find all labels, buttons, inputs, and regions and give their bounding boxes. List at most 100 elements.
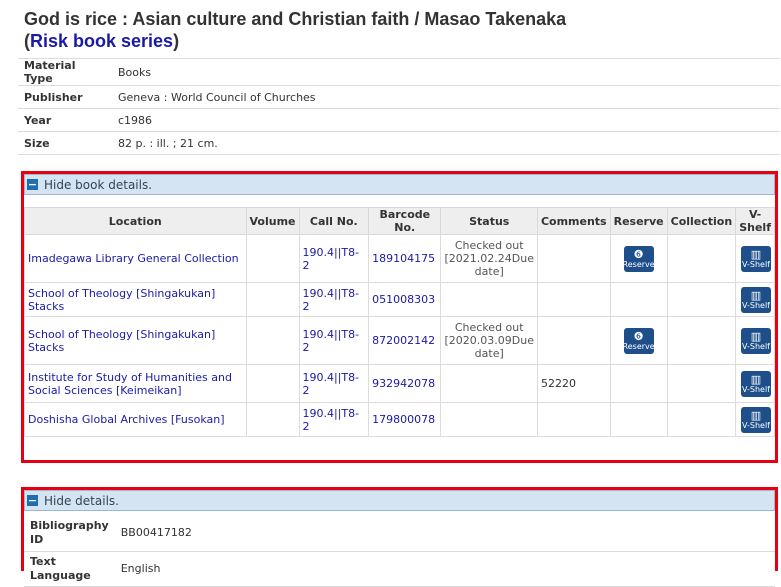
reserve-button[interactable]: ❻ Reserve (623, 327, 655, 354)
call-no-cell: 190.4||T8-2 (298, 234, 370, 283)
col-collection: Collection (666, 207, 737, 235)
reserve-cell (609, 364, 668, 403)
col-status: Status (440, 207, 538, 235)
col-call-no: Call No. (298, 207, 370, 235)
collection-cell (666, 316, 737, 365)
call-no-cell: 190.4||T8-2 (298, 316, 370, 365)
volume-cell (245, 234, 300, 283)
vshelf-button[interactable]: ▥ V-Shelf (741, 406, 771, 433)
table-row: Imadegawa Library General Collection 190… (24, 234, 775, 283)
comments-cell (536, 282, 611, 317)
meta-row: Size 82 p. : ill. ; 21 cm. (18, 131, 780, 155)
book-details-toggle[interactable]: − Hide book details. (24, 174, 775, 195)
collapse-icon: − (27, 178, 38, 191)
meta-row: Material Type Books (18, 58, 780, 86)
reserve-button[interactable]: ❻ Reserve (623, 245, 655, 272)
vshelf-button[interactable]: ▥ V-Shelf (741, 327, 771, 354)
vshelf-button[interactable]: ▥ V-Shelf (741, 245, 771, 272)
location-link[interactable]: School of Theology [Shingakukan] Stacks (28, 287, 215, 313)
book-details-panel: − Hide book details. Location Volume Cal… (21, 171, 778, 463)
record-page: God is rice : Asian culture and Christia… (18, 8, 780, 155)
location-link[interactable]: Institute for Study of Humanities and So… (28, 371, 232, 397)
detail-row: Bibliography ID BB00417182 (24, 515, 775, 552)
table-row: Doshisha Global Archives [Fusokan] 190.4… (24, 402, 775, 437)
barcode-cell: 179800078 (368, 402, 442, 437)
vshelf-button[interactable]: ▥ V-Shelf (741, 286, 771, 313)
col-reserve: Reserve (609, 207, 668, 235)
reserve-icon: ❻ (633, 329, 644, 343)
collection-cell (666, 234, 737, 283)
comments-cell (536, 402, 611, 437)
reserve-icon: ❻ (633, 247, 644, 261)
table-row: School of Theology [Shingakukan] Stacks … (24, 282, 775, 317)
meta-label: Year (18, 108, 112, 132)
barcode-cell: 051008303 (368, 282, 442, 317)
title-text: God is rice : Asian culture and Christia… (24, 9, 567, 29)
location-link[interactable]: Imadegawa Library General Collection (28, 252, 239, 265)
col-comments: Comments (536, 207, 611, 235)
col-barcode: Barcode No. (368, 207, 442, 235)
meta-row: Year c1986 (18, 108, 780, 132)
detail-label: Bibliography ID (24, 515, 115, 552)
comments-cell (536, 234, 611, 283)
comments-cell: 52220 (536, 364, 611, 403)
meta-row: Publisher Geneva : World Council of Chur… (18, 85, 780, 109)
call-no-cell: 190.4||T8-2 (298, 402, 370, 437)
details-table: Bibliography ID BB00417182 Text Language… (24, 515, 775, 587)
series-link[interactable]: Risk book series (30, 31, 173, 51)
meta-value: Books (112, 58, 780, 86)
meta-label: Publisher (18, 85, 112, 109)
col-vshelf: V-Shelf (735, 207, 775, 235)
status-cell: Checked out [2021.02.24Due date] (440, 234, 538, 283)
meta-label: Size (18, 131, 112, 155)
details-toggle-label: Hide details. (44, 493, 119, 508)
call-no-cell: 190.4||T8-2 (298, 282, 370, 317)
detail-row: Text Language English (24, 551, 775, 587)
barcode-cell: 872002142 (368, 316, 442, 365)
meta-value: c1986 (112, 108, 780, 132)
vshelf-button[interactable]: ▥ V-Shelf (741, 370, 771, 397)
location-link[interactable]: School of Theology [Shingakukan] Stacks (28, 328, 215, 354)
barcode-cell: 932942078 (368, 364, 442, 403)
bookshelf-icon: ▥ (750, 372, 762, 386)
bookshelf-icon: ▥ (750, 329, 762, 343)
page-title: God is rice : Asian culture and Christia… (24, 9, 567, 51)
bookshelf-icon: ▥ (750, 247, 762, 261)
metadata-table: Material Type Books Publisher Geneva : W… (18, 58, 780, 155)
table-row: Institute for Study of Humanities and So… (24, 364, 775, 403)
volume-cell (245, 282, 300, 317)
location-link[interactable]: Doshisha Global Archives [Fusokan] (28, 413, 225, 426)
table-header-row: Location Volume Call No. Barcode No. Sta… (24, 207, 775, 235)
meta-value: Geneva : World Council of Churches (112, 85, 780, 109)
bookshelf-icon: ▥ (750, 288, 762, 302)
col-volume: Volume (245, 207, 300, 235)
volume-cell (245, 402, 300, 437)
volume-cell (245, 364, 300, 403)
collection-cell (666, 364, 737, 403)
holdings-table: Location Volume Call No. Barcode No. Sta… (24, 207, 775, 437)
barcode-cell: 189104175 (368, 234, 442, 283)
table-row: School of Theology [Shingakukan] Stacks … (24, 316, 775, 365)
meta-value: 82 p. : ill. ; 21 cm. (112, 131, 780, 155)
collapse-icon: − (27, 494, 38, 507)
status-cell (440, 282, 538, 317)
volume-cell (245, 316, 300, 365)
status-cell (440, 402, 538, 437)
book-details-toggle-label: Hide book details. (44, 177, 153, 192)
comments-cell (536, 316, 611, 365)
status-cell (440, 364, 538, 403)
detail-value: BB00417182 (114, 515, 775, 552)
status-cell: Checked out [2020.03.09Due date] (440, 316, 538, 365)
meta-label: Material Type (18, 58, 112, 86)
call-no-cell: 190.4||T8-2 (298, 364, 370, 403)
reserve-cell (609, 282, 668, 317)
details-panel: − Hide details. Bibliography ID BB004171… (21, 487, 778, 587)
detail-value: English (114, 551, 775, 587)
collection-cell (666, 402, 737, 437)
detail-label: Text Language (24, 551, 115, 587)
col-location: Location (24, 207, 247, 235)
details-toggle[interactable]: − Hide details. (24, 490, 775, 511)
collection-cell (666, 282, 737, 317)
bookshelf-icon: ▥ (750, 408, 762, 422)
reserve-cell (609, 402, 668, 437)
